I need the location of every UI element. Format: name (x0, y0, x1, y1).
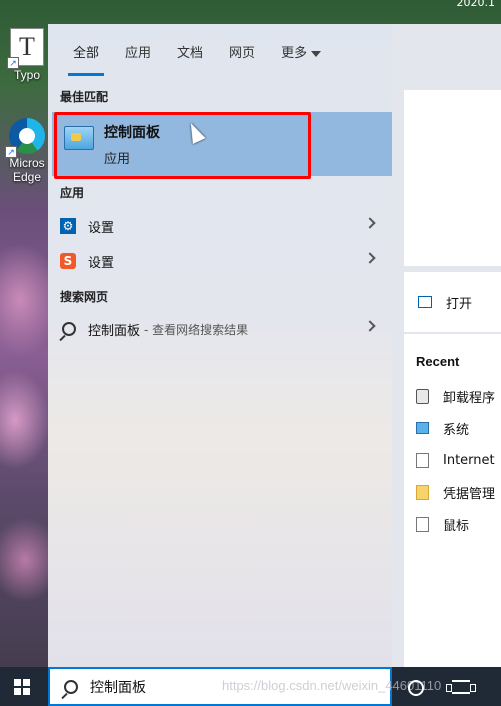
recent-item[interactable]: Internet (416, 450, 495, 470)
system-icon (416, 422, 429, 434)
chevron-down-icon (311, 50, 322, 57)
result-label: 设置 (88, 220, 115, 236)
uninstall-program-icon (416, 388, 429, 404)
open-action[interactable]: 打开 (404, 272, 501, 332)
recent-item[interactable]: 鼠标 (416, 514, 469, 534)
desktop-icon-label: Typo (13, 68, 40, 82)
best-match-title: 控制面板 (104, 125, 160, 141)
recent-item[interactable]: 系统 (416, 418, 469, 438)
tab-more-label: 更多 (281, 46, 308, 61)
web-search-result[interactable]: 控制面板 - 查看网络搜索结果 (52, 311, 392, 347)
folder-icon (416, 484, 429, 500)
windows-start-icon[interactable] (14, 679, 30, 695)
section-web-search: 搜索网页 (60, 290, 109, 304)
app-result-settings[interactable]: ⚙ 设置 (52, 208, 392, 244)
result-label: 设置 (88, 255, 115, 271)
chevron-right-icon[interactable] (364, 217, 376, 229)
chevron-right-icon[interactable] (364, 320, 376, 332)
tab-all[interactable]: 全部 (60, 38, 112, 76)
open-label: 打开 (446, 296, 473, 312)
result-sublabel: - 查看网络搜索结果 (144, 322, 249, 337)
shortcut-arrow-icon: ↗ (7, 57, 19, 69)
typora-icon: T ↗ (7, 28, 44, 69)
section-apps: 应用 (60, 186, 85, 200)
sogou-settings-icon: S (60, 253, 76, 269)
tab-apps[interactable]: 应用 (112, 38, 164, 76)
preview-header (404, 90, 501, 266)
preview-pane: 打开 Recent 卸载程序 系统 Internet 凭据管理 鼠标 (392, 24, 501, 667)
cortana-icon[interactable] (408, 680, 424, 696)
section-best-match: 最佳匹配 (60, 90, 109, 104)
start-search-panel: 全部 应用 文档 网页 更多 最佳匹配 控制面板 应用 应用 ⚙ 设置 S 设置… (48, 24, 501, 667)
shortcut-arrow-icon: ↗ (5, 146, 17, 158)
control-panel-icon (64, 126, 94, 150)
task-view-icon[interactable] (446, 680, 476, 694)
recent-item[interactable]: 凭据管理 (416, 482, 495, 502)
search-input[interactable]: 控制面板 (90, 677, 146, 697)
filter-tabs: 全部 应用 文档 网页 更多 (60, 38, 334, 78)
tab-documents[interactable]: 文档 (164, 38, 216, 76)
desktop-icon-typora[interactable]: T ↗ Typo (4, 28, 50, 82)
chevron-right-icon[interactable] (364, 252, 376, 264)
desktop-clock-fragment: 2020.1 (456, 0, 496, 9)
recent-item[interactable]: 卸载程序 (416, 386, 495, 406)
recent-list: Recent 卸载程序 系统 Internet 凭据管理 鼠标 (404, 334, 501, 667)
open-icon (418, 296, 432, 308)
search-icon (62, 322, 76, 336)
result-label: 控制面板 (88, 323, 141, 339)
best-match-subtitle: 应用 (104, 152, 131, 167)
app-result-sogou-settings[interactable]: S 设置 (52, 243, 392, 279)
best-match-result[interactable]: 控制面板 应用 (52, 112, 392, 176)
edge-icon: ↗ (5, 118, 45, 158)
recent-title: Recent (416, 354, 460, 369)
tab-more[interactable]: 更多 (268, 38, 334, 76)
search-icon (64, 679, 78, 694)
document-icon (416, 452, 429, 468)
tab-web[interactable]: 网页 (216, 38, 268, 76)
document-icon (416, 516, 429, 532)
desktop-icon-label: Edge (12, 170, 42, 184)
desktop-icon-label: Micros (9, 156, 45, 170)
settings-gear-icon: ⚙ (60, 218, 76, 234)
desktop-icon-edge[interactable]: ↗ Micros Edge (4, 118, 50, 184)
results-pane: 全部 应用 文档 网页 更多 最佳匹配 控制面板 应用 应用 ⚙ 设置 S 设置… (48, 24, 392, 667)
